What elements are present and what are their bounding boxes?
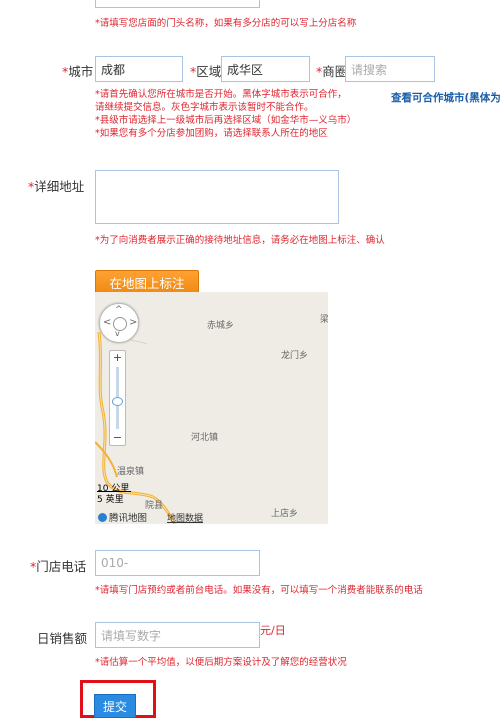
sales-hint: *请估算一个平均值，以便后期方案设计及了解您的经营状况 [95, 657, 347, 668]
phone-label: *门店电话 [30, 559, 87, 574]
city-hint-2: 请继续提交信息。灰色字城市表示该暂时不能合作。 [95, 102, 314, 113]
place-label: 赤城乡 [207, 321, 235, 331]
pan-center [113, 317, 127, 331]
pan-left-icon[interactable]: < [103, 317, 111, 328]
map-data-link[interactable]: 地图数据 [167, 511, 203, 524]
map-zoom-control[interactable]: + − [109, 350, 126, 446]
city-hint-4: *如果您有多个分店参加团购，请选择联系人所在的地区 [95, 128, 328, 139]
phone-input[interactable]: 010- [95, 550, 260, 576]
daily-sales-input[interactable]: 请填写数字 [95, 622, 260, 648]
phone-hint: *请填写门店预约或者前台电话。如果没有，可以填写一个消费者能联系的电话 [95, 585, 423, 596]
address-hint: *为了向消费者展示正确的接待地址信息，请务必在地图上标注、确认 [95, 235, 385, 246]
business-area-label: *商圈 [316, 64, 348, 79]
zoom-in-button[interactable]: + [110, 351, 125, 365]
pan-up-icon[interactable]: ^ [115, 305, 123, 315]
place-label: 河北镇 [191, 433, 219, 443]
place-label: 上店乡 [271, 509, 299, 519]
map-pan-control[interactable]: ^ < > v [99, 303, 139, 343]
place-label: 龙门乡 [281, 351, 309, 361]
pan-right-icon[interactable]: > [129, 317, 137, 328]
mark-on-map-button[interactable]: 在地图上标注 [95, 270, 199, 294]
address-label: *详细地址 [28, 179, 85, 194]
tencent-map-logo-icon [98, 512, 107, 522]
city-label: *城市 [62, 64, 94, 79]
place-label: 梁 [320, 315, 328, 325]
city-hint-3: *县级市请选择上一级城市后再选择区域（如金华市—义乌市） [95, 115, 357, 126]
scale-mi: 5 英里 [97, 495, 124, 505]
place-label: 温泉镇 [117, 467, 145, 477]
store-name-hint: *请填写您店面的门头名称，如果有多分店的可以写上分店名称 [95, 18, 357, 29]
store-name-input[interactable] [95, 0, 260, 8]
submit-button[interactable]: 提交 [94, 694, 136, 718]
city-hint-1: *请首先确认您所在城市是否开始。黑体字城市表示可合作， [95, 89, 347, 100]
sales-unit: 元/日 [260, 624, 286, 637]
zoom-handle[interactable] [112, 397, 123, 406]
sales-label: 日销售额 [37, 631, 88, 646]
district-select[interactable]: 成华区 [221, 56, 310, 82]
map-view[interactable]: 赤城乡 龙门乡 河北镇 温泉镇 上店乡 院县 梁 ^ < > v + − 10 … [95, 292, 328, 524]
zoom-out-button[interactable]: − [110, 431, 125, 445]
address-textarea[interactable] [95, 170, 339, 224]
place-label: 院县 [145, 501, 164, 511]
city-select[interactable]: 成都 [95, 56, 183, 82]
business-area-search-input[interactable]: 请搜索 [345, 56, 435, 82]
map-brand: 腾讯地图 [98, 510, 147, 524]
district-label: *区域 [190, 64, 222, 79]
cooperation-cities-link[interactable]: 查看可合作城市(黑体为可 [391, 90, 500, 105]
